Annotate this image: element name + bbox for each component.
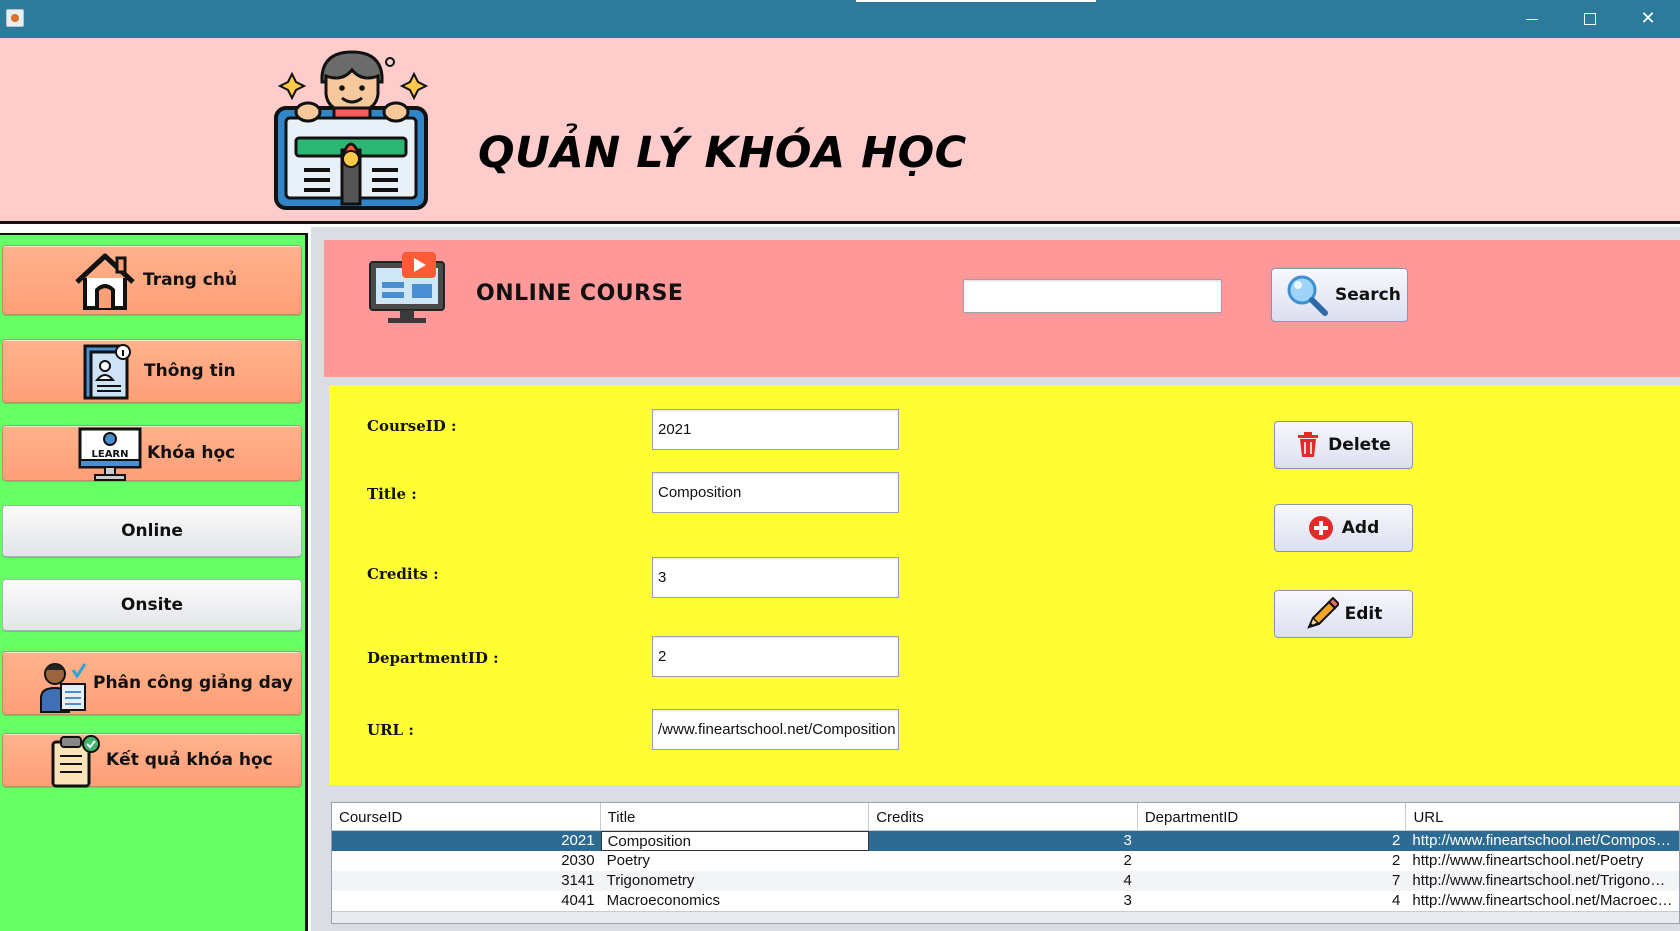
pencil-icon xyxy=(1306,597,1339,629)
magnifier-icon xyxy=(1287,275,1328,316)
sidebar-item-label: Phân công giảng day xyxy=(93,673,293,693)
maximize-button[interactable] xyxy=(1561,0,1619,38)
svg-text:LEARN: LEARN xyxy=(91,449,128,460)
table-row[interactable]: 2030 Poetry 2 2 http://www.fineartschool… xyxy=(332,851,1679,871)
titlebar-highlight xyxy=(856,0,1096,2)
cell-url: http://www.fineartschool.net/Compositi..… xyxy=(1412,832,1679,849)
course-form xyxy=(329,385,1680,785)
cell-credits: 3 xyxy=(1123,892,1132,909)
video-monitor-icon xyxy=(369,252,445,323)
cell-credits: 3 xyxy=(1123,832,1132,849)
teacher-assignment-icon xyxy=(40,663,87,713)
column-header-url[interactable]: URL xyxy=(1406,803,1679,830)
cell-title: Poetry xyxy=(606,852,650,869)
url-field[interactable]: /www.fineartschool.net/Composition xyxy=(652,709,899,750)
window-titlebar: ✕ xyxy=(0,0,1680,38)
cell-url: http://www.fineartschool.net/Macroecon..… xyxy=(1412,892,1679,909)
clipboard-result-icon xyxy=(51,735,100,788)
cell-credits: 4 xyxy=(1123,872,1132,889)
plus-circle-icon xyxy=(1308,516,1333,540)
app-header: QUẢN LÝ KHÓA HỌC xyxy=(0,38,1680,224)
credits-field[interactable]: 3 xyxy=(652,557,899,598)
search-button-label: Search xyxy=(1335,285,1401,305)
course-table: CourseID Title Credits DepartmentID URL … xyxy=(331,802,1680,924)
sidebar-item-label: Trang chủ xyxy=(143,270,238,290)
search-input[interactable] xyxy=(963,279,1222,313)
sidebar-item-courses[interactable]: LEARN Khóa học xyxy=(2,425,302,481)
app-title: QUẢN LÝ KHÓA HỌC xyxy=(478,128,967,178)
column-header-title[interactable]: Title xyxy=(601,803,870,830)
column-header-department-id[interactable]: DepartmentID xyxy=(1138,803,1407,830)
table-header: CourseID Title Credits DepartmentID URL xyxy=(332,803,1679,831)
course-id-field[interactable]: 2021 xyxy=(652,409,899,450)
department-id-label: DepartmentID : xyxy=(367,649,499,667)
sidebar-item-teaching-assignment[interactable]: Phân công giảng day xyxy=(2,651,302,715)
cell-course-id: 2021 xyxy=(561,832,595,849)
cell-credits: 2 xyxy=(1123,852,1132,869)
sidebar: Trang chủ Thông tin LEARN Khóa học Onlin… xyxy=(0,233,308,931)
add-button-label: Add xyxy=(1341,518,1380,538)
column-header-credits[interactable]: Credits xyxy=(869,803,1138,830)
sidebar-item-label: Online xyxy=(121,521,183,541)
delete-button-label: Delete xyxy=(1328,435,1391,455)
sidebar-item-label: Khóa học xyxy=(147,443,236,463)
table-row[interactable]: 4041 Macroeconomics 3 4 http://www.finea… xyxy=(332,891,1679,911)
minimize-button[interactable] xyxy=(1503,0,1561,38)
cell-course-id: 2030 xyxy=(561,852,595,869)
cell-department-id: 7 xyxy=(1392,872,1401,889)
credits-label: Credits : xyxy=(367,565,439,583)
maximize-icon xyxy=(1584,13,1596,25)
teacher-board-icon xyxy=(274,50,429,210)
add-button[interactable]: Add xyxy=(1274,504,1413,552)
trash-icon xyxy=(1298,432,1319,457)
title-label: Title : xyxy=(367,485,417,503)
cell-title: Trigonometry xyxy=(606,872,695,889)
cell-course-id: 4041 xyxy=(561,892,595,909)
cell-title: Macroeconomics xyxy=(606,892,720,909)
sidebar-item-online[interactable]: Online xyxy=(2,505,302,557)
cell-course-id: 3141 xyxy=(561,872,595,889)
search-button[interactable]: Search xyxy=(1271,268,1408,322)
sidebar-item-label: Onsite xyxy=(120,595,184,615)
department-id-field[interactable]: 2 xyxy=(652,636,899,677)
table-horizontal-scrollbar[interactable] xyxy=(332,911,1679,923)
close-icon: ✕ xyxy=(1640,8,1656,29)
learn-monitor-icon: LEARN xyxy=(78,427,142,481)
table-row[interactable]: 3141 Trigonometry 4 7 http://www.fineart… xyxy=(332,871,1679,891)
java-app-icon xyxy=(6,9,24,27)
cell-department-id: 2 xyxy=(1392,852,1401,869)
edit-button[interactable]: Edit xyxy=(1274,590,1413,638)
cell-department-id: 2 xyxy=(1392,832,1401,849)
delete-button[interactable]: Delete xyxy=(1274,421,1413,469)
profile-card-icon xyxy=(83,344,131,400)
sidebar-item-home[interactable]: Trang chủ xyxy=(2,245,302,315)
sidebar-item-course-results[interactable]: Kết quả khóa học xyxy=(2,733,302,788)
edit-button-label: Edit xyxy=(1344,604,1383,624)
cell-department-id: 4 xyxy=(1392,892,1401,909)
cell-url: http://www.fineartschool.net/Poetry xyxy=(1412,852,1644,869)
cell-url: http://www.fineartschool.net/Trigonome..… xyxy=(1412,872,1679,889)
minimize-icon xyxy=(1526,19,1538,20)
house-icon xyxy=(75,253,135,310)
title-field[interactable]: Composition xyxy=(652,472,899,513)
sidebar-item-info[interactable]: Thông tin xyxy=(2,339,302,403)
sidebar-item-label: Kết quả khóa học xyxy=(106,750,273,770)
banner-title: ONLINE COURSE xyxy=(476,281,684,306)
cell-title-editor[interactable]: Composition xyxy=(600,831,870,851)
sidebar-item-label: Thông tin xyxy=(144,361,236,381)
course-id-label: CourseID : xyxy=(367,417,457,435)
close-button[interactable]: ✕ xyxy=(1619,0,1677,38)
url-label: URL : xyxy=(367,721,414,739)
table-body: 2021 Composition 3 2 http://www.finearts… xyxy=(332,831,1679,911)
column-header-course-id[interactable]: CourseID xyxy=(332,803,601,830)
table-row[interactable]: 2021 Composition 3 2 http://www.finearts… xyxy=(332,831,1679,851)
sidebar-item-onsite[interactable]: Onsite xyxy=(2,579,302,631)
